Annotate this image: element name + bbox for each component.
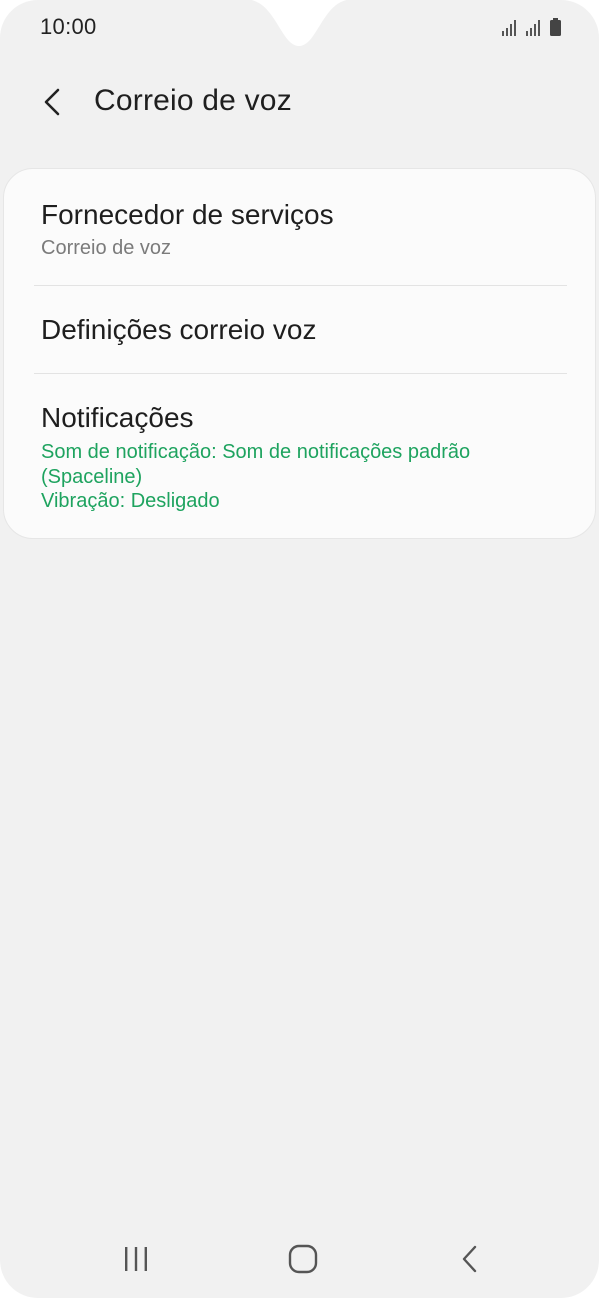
- navigation-bar: [0, 1226, 599, 1292]
- back-icon: [462, 1245, 477, 1273]
- page-title: Correio de voz: [94, 84, 292, 117]
- home-icon: [288, 1244, 318, 1274]
- item-subtitle: Correio de voz: [41, 237, 172, 259]
- settings-item-service-provider[interactable]: Fornecedor de serviços Correio de voz: [4, 169, 597, 285]
- recent-apps-icon: [125, 1247, 147, 1271]
- item-title: Definições correio voz: [41, 314, 317, 345]
- settings-card: Fornecedor de serviços Correio de voz De…: [3, 168, 596, 539]
- notification-sound-detail: Som de notificação: Som de notificações …: [41, 441, 471, 488]
- settings-item-voicemail-settings[interactable]: Definições correio voz: [4, 286, 597, 373]
- item-title: Fornecedor de serviços: [41, 199, 334, 230]
- status-bar: 10:00: [0, 0, 599, 56]
- signal-icon: [526, 20, 540, 36]
- phone-screen: 10:00 Correio de voz Fornecedor de servi…: [0, 0, 599, 1298]
- back-button[interactable]: [28, 78, 76, 126]
- app-bar: Correio de voz: [0, 72, 599, 132]
- signal-icon: [502, 20, 516, 36]
- status-icons: [502, 18, 561, 36]
- home-button[interactable]: [273, 1234, 333, 1284]
- recent-apps-button[interactable]: [106, 1234, 166, 1284]
- status-time: 10:00: [40, 14, 97, 39]
- battery-icon: [550, 18, 561, 36]
- item-title: Notificações: [41, 402, 194, 433]
- vibration-detail: Vibração: Desligado: [41, 490, 220, 512]
- nav-back-button[interactable]: [440, 1234, 500, 1284]
- chevron-left-icon: [44, 88, 60, 116]
- settings-item-notifications[interactable]: Notificações Som de notificação: Som de …: [4, 374, 597, 538]
